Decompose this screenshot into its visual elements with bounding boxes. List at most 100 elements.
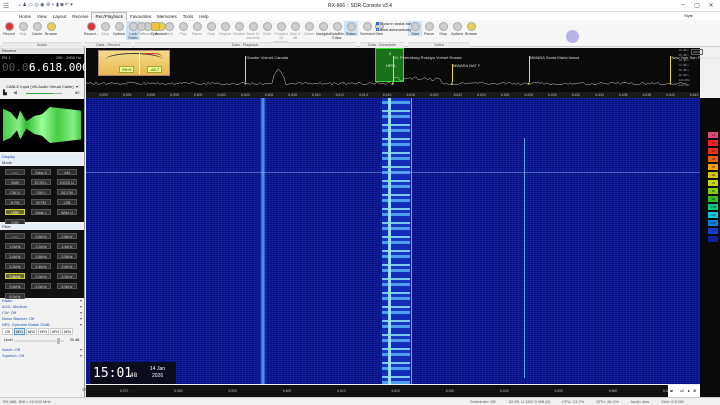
ribbon-cache-button[interactable]: Cache [30,21,44,36]
ribbon-repeat-button[interactable]: Repeat [218,21,232,36]
palette-level-button[interactable]: -80 [708,188,718,194]
mode-button[interactable]: N FM [5,199,25,205]
filter-button[interactable]: 1.8kHz [31,253,51,259]
style-dropdown[interactable]: Style [684,13,693,18]
waterfall-display[interactable]: 15:01 48 14 Jan 2026 [86,98,700,384]
filter-button[interactable]: 3.0kHz [31,273,51,279]
mode-button[interactable]: CW U [5,189,25,195]
ribbon-skip-button[interactable]: Skip [16,21,30,36]
ribbon-options-button[interactable]: Options [450,21,464,36]
filter-button[interactable]: 2.8kHz [5,273,25,279]
nr-nr4-button[interactable]: NR4 [50,328,61,335]
close-button[interactable]: ✕ [704,2,718,10]
ribbon-stop-button[interactable]: Stop [204,21,218,36]
filter-button[interactable]: 1.6kHz [5,253,25,259]
minimize-button[interactable]: – [676,2,690,10]
palette-level-button[interactable]: -20 [708,140,718,146]
ribbon-open-button[interactable]: Open [148,21,162,36]
palette-level-button[interactable]: -50 [708,164,718,170]
filter-button[interactable]: 2.6kHz [57,263,77,269]
palette-level-button[interactable]: -110 [708,212,718,218]
mode-button[interactable]: ECSS L [31,179,51,185]
settings-icon[interactable]: ⊙ [82,387,86,393]
filter-button[interactable]: 3.6kHz [5,283,25,289]
palette-level-button[interactable]: -60 [708,172,718,178]
filter-button[interactable]: 2.0kHz [57,253,77,259]
mode-button[interactable]: USB [5,209,25,215]
filter-button[interactable]: 0.6kHz [31,233,51,239]
menu-recplayback[interactable]: Rec/Playback [91,12,127,20]
ribbon-gain-0-db-button[interactable]: Gain 0 dB [288,21,302,40]
palette-level-button[interactable]: -40 [708,156,718,162]
ribbon-options-button[interactable]: Options [112,21,126,36]
checkbox-box[interactable] [376,28,379,31]
checkbox-box[interactable] [376,22,379,25]
play-icon[interactable]: ▸ [688,388,690,393]
ribbon-stop-button[interactable]: Stop [98,21,112,36]
mode-button[interactable]: LSB [57,199,77,205]
station-marker[interactable]: MWARA NAT F [453,63,480,68]
chevron-down-icon[interactable]: ▾ [80,304,82,309]
station-marker[interactable]: Gander Volmet Canada [246,55,288,60]
nr-nr3-button[interactable]: NR3 [38,328,49,335]
chevron-down-icon[interactable]: ▾ [80,316,82,321]
frequency-display[interactable]: 6.618.000 [29,61,89,74]
panel-squelch-off[interactable]: Squelch: Off ▾ [0,353,84,359]
menu-view[interactable]: View [34,13,50,20]
mode-button[interactable]: Wide L [31,209,51,215]
ribbon-record--button[interactable]: Record... [84,21,98,36]
filter-button[interactable]: 0.8kHz [57,233,77,239]
ribbon-navigator-button[interactable]: Navigator [316,21,330,36]
menu-layout[interactable]: Layout [50,13,70,20]
frequency-axis-bottom[interactable]: 6.570 6.580 6.590 6.600 6.610 6.620 6.630 6.640… [86,385,700,397]
filter-button[interactable]: 1.2kHz [31,243,51,249]
palette-level-button[interactable]: -70 [708,180,718,186]
ribbon-play-button[interactable]: Play [176,21,190,36]
ribbon-databits-editor-button[interactable]: DataBits Editor [330,21,344,40]
menu-tools[interactable]: Tools [180,13,197,20]
mode-button[interactable]: Step: 0 [31,169,51,175]
menu-memories[interactable]: Memories [154,13,180,20]
ribbon-stop-button[interactable]: Stop [436,21,450,36]
zoom-button[interactable]: x2 [680,388,684,393]
nr-off-button[interactable]: Off [2,328,13,335]
filter-button[interactable]: 2.4kHz [31,263,51,269]
mode-button[interactable]: CW L [31,189,51,195]
ribbon-forward-10-seconds-button[interactable]: Forward 10 seconds [274,21,288,44]
filter-button[interactable]: 4.0kHz [31,283,51,289]
spectrum-display[interactable]: S9+5 -63.7 0 HFDL Gander Volmet Canada ▼ S… [86,48,700,92]
chevron-down-icon[interactable]: ▾ [80,322,82,327]
settings-icon[interactable]: ⊗ [693,388,696,393]
speaker-icon[interactable]: ◀ [13,90,17,96]
chevron-down-icon[interactable]: ▾ [80,347,82,352]
menu-help[interactable]: Help [196,13,211,20]
nr-nr2-button[interactable]: NR2 [26,328,37,335]
ribbon-pause-button[interactable]: Pause [190,21,204,36]
mode-button[interactable]: BC FM [57,189,77,195]
palette-level-button[interactable]: -100 [708,204,718,210]
chevron-down-icon[interactable]: ▾ [80,353,82,358]
ribbon-restart-button[interactable]: Restart [232,21,246,36]
volume-slider[interactable] [26,93,62,94]
filter-button[interactable]: 1.4kHz [57,243,77,249]
filter-button[interactable]: 2.2kHz [5,263,25,269]
chevron-down-icon[interactable]: ▾ [80,310,82,315]
mode-button[interactable]: ECSS U [57,179,77,185]
ribbon-prev-button[interactable]: Prev [134,21,148,36]
checkbox-start-automatically[interactable]: Start automatically [376,28,411,32]
checkbox-show-in-status-bar[interactable]: Show in status bar [376,22,411,26]
ribbon-center-button[interactable]: Center [302,21,316,36]
nr-nr1-button[interactable]: NR1 [14,328,25,335]
nr-level-slider[interactable] [14,340,64,342]
palette-level-button[interactable]: -30 [708,148,718,154]
ribbon-back-10-seconds-button[interactable]: Back 10 seconds [246,21,260,40]
ribbon-browse-button[interactable]: Browse [464,21,478,36]
ribbon-record-button[interactable]: Record [2,21,16,36]
menu-receive[interactable]: Receive [69,13,91,20]
maximize-button[interactable]: ▢ [690,2,704,10]
menu-home[interactable]: Home [16,13,34,20]
filter-button[interactable]: 3.2kHz [57,273,77,279]
menu-favourites[interactable]: Favourites [127,13,154,20]
filter-button[interactable]: • • • [5,233,25,239]
filter-button[interactable]: 1.0kHz [5,243,25,249]
